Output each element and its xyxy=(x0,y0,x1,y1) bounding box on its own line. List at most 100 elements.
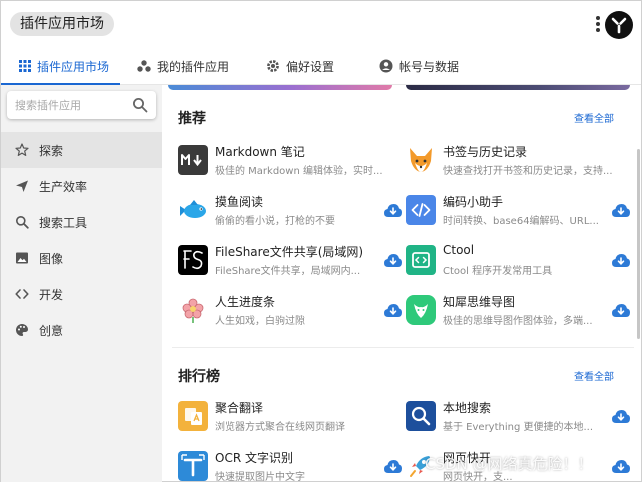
app-card-ctool[interactable]: Ctool Ctool 程序开发常用工具 xyxy=(406,241,636,281)
section-divider xyxy=(172,347,634,348)
cloud-download-icon[interactable] xyxy=(611,408,631,424)
markdown-icon xyxy=(178,145,208,175)
star-icon xyxy=(15,143,29,156)
app-description: Ctool 程序开发常用工具 xyxy=(443,266,553,277)
app-card-local-search[interactable]: 本地搜索 基于 Everything 更便捷的本地... xyxy=(406,397,636,437)
category-nav: 探索 生产效率 搜索工具 图像 开发 创意 xyxy=(1,132,162,348)
search-box xyxy=(7,91,156,119)
app-description: 时间转换、base64编解码、URL... xyxy=(443,216,599,227)
ocr-icon xyxy=(178,451,208,481)
sidebar-item-explore[interactable]: 探索 xyxy=(1,132,162,168)
translate-icon xyxy=(178,401,208,431)
account-icon xyxy=(379,59,393,73)
app-name: 摸鱼阅读 xyxy=(215,195,264,209)
code-brackets-icon xyxy=(406,195,436,225)
ctool-icon xyxy=(406,245,436,275)
tab-label: 我的插件应用 xyxy=(157,59,230,74)
sidebar: 探索 生产效率 搜索工具 图像 开发 创意 xyxy=(1,85,162,482)
recommend-title: 推荐 xyxy=(178,111,206,127)
app-name: Markdown 笔记 xyxy=(215,145,305,159)
cloud-download-icon[interactable] xyxy=(611,252,631,268)
tab-account-data[interactable]: 帐号与数据 xyxy=(379,47,459,85)
app-card-markdown[interactable]: Markdown 笔记 极佳的 Markdown 编辑体验，实时... xyxy=(178,141,408,181)
cloud-download-icon[interactable] xyxy=(383,202,403,218)
fish-icon xyxy=(178,195,208,225)
send-icon xyxy=(16,180,28,192)
app-card-code-helper[interactable]: 编码小助手 时间转换、base64编解码、URL... xyxy=(406,191,636,231)
app-card-bookmarks[interactable]: 书签与历史记录 快速查找打开书签和历史记录，支持... xyxy=(406,141,636,181)
app-name: 书签与历史记录 xyxy=(443,145,528,159)
window-title: 插件应用市场 xyxy=(10,12,114,36)
app-card-ocr[interactable]: OCR 文字识别 快速提取图片中文字 xyxy=(178,447,408,482)
app-description: 快速提取图片中文字 xyxy=(215,472,305,482)
app-name: 人生进度条 xyxy=(215,295,276,309)
grid-icon xyxy=(19,60,31,72)
app-description: 极佳的思维导图作图体验，多端... xyxy=(443,316,593,327)
search-input[interactable] xyxy=(7,91,127,119)
sidebar-item-label: 探索 xyxy=(39,143,64,158)
app-description: 偷偷的看小说，打枪的不要 xyxy=(215,216,335,227)
app-description: 极佳的 Markdown 编辑体验，实时... xyxy=(215,166,383,177)
app-name: OCR 文字识别 xyxy=(215,451,293,465)
sidebar-item-label: 生产效率 xyxy=(39,179,88,194)
cloud-download-icon[interactable] xyxy=(383,458,403,474)
fox-icon xyxy=(406,145,436,175)
mindmap-icon xyxy=(406,295,436,325)
featured-banner[interactable] xyxy=(168,85,392,90)
tab-label: 帐号与数据 xyxy=(399,59,460,74)
app-name: Ctool xyxy=(443,243,475,257)
gear-icon xyxy=(267,60,279,72)
cloud-download-icon[interactable] xyxy=(383,302,403,318)
app-card-fileshare[interactable]: FileShare文件共享(局域网) FileShare文件共享，局域网内... xyxy=(178,241,408,281)
flower-icon xyxy=(178,295,208,325)
cloud-download-icon[interactable] xyxy=(611,202,631,218)
app-name: 编码小助手 xyxy=(443,195,504,209)
app-name: 知犀思维导图 xyxy=(443,295,516,309)
app-name: 聚合翻译 xyxy=(215,401,264,415)
scrollbar[interactable] xyxy=(637,149,640,339)
sidebar-item-label: 创意 xyxy=(39,323,64,338)
app-name: FileShare文件共享(局域网) xyxy=(215,245,364,259)
sidebar-item-label: 开发 xyxy=(39,287,64,302)
sidebar-item-creative[interactable]: 创意 xyxy=(1,312,162,348)
more-options-icon[interactable] xyxy=(594,15,602,35)
featured-banner[interactable] xyxy=(406,85,630,90)
app-card-life-progress[interactable]: 人生进度条 人生如戏，白驹过隙 xyxy=(178,291,408,331)
app-window: 插件应用市场 插件应用市场 我的插件应用 偏好设置 帐号与数据 搜索插件应用 探… xyxy=(0,0,642,482)
main-content: 推荐 查看全部 Markdown 笔记 极佳的 Markdown 编辑体验，实时… xyxy=(162,85,640,482)
cloud-download-icon[interactable] xyxy=(611,302,631,318)
sidebar-item-productivity[interactable]: 生产效率 xyxy=(1,168,162,204)
recommend-view-all-link[interactable]: 查看全部 xyxy=(574,110,614,125)
tab-plugin-market[interactable]: 插件应用市场 xyxy=(19,47,109,85)
tab-my-plugins[interactable]: 我的插件应用 xyxy=(137,47,229,85)
brand-logo-icon[interactable] xyxy=(605,11,633,39)
tab-label: 偏好设置 xyxy=(286,59,335,74)
app-description: FileShare文件共享，局域网内... xyxy=(215,266,361,277)
ranking-view-all-link[interactable]: 查看全部 xyxy=(574,368,614,383)
cloud-download-icon[interactable] xyxy=(611,458,631,474)
apps-dots-icon xyxy=(137,60,151,72)
cloud-download-icon[interactable] xyxy=(383,252,403,268)
code-icon xyxy=(15,289,29,299)
csdn-watermark: CSDN @网络真危险！！ xyxy=(425,455,593,473)
tab-preferences[interactable]: 偏好设置 xyxy=(266,47,334,85)
local-search-icon xyxy=(406,401,436,431)
main-tabs: 插件应用市场 我的插件应用 偏好设置 帐号与数据 xyxy=(1,47,641,85)
search-icon[interactable] xyxy=(132,97,148,113)
app-card-mindmap[interactable]: 知犀思维导图 极佳的思维导图作图体验，多端... xyxy=(406,291,636,331)
title-bar: 插件应用市场 xyxy=(1,1,641,47)
app-description: 基于 Everything 更便捷的本地... xyxy=(443,422,594,433)
app-description: 浏览器方式聚合在线网页翻译 xyxy=(215,422,345,433)
app-card-fish-reading[interactable]: 摸鱼阅读 偷偷的看小说，打枪的不要 xyxy=(178,191,408,231)
app-card-translate[interactable]: 聚合翻译 浏览器方式聚合在线网页翻译 xyxy=(178,397,408,437)
sidebar-item-image[interactable]: 图像 xyxy=(1,240,162,276)
sidebar-item-develop[interactable]: 开发 xyxy=(1,276,162,312)
ranking-title: 排行榜 xyxy=(178,369,220,385)
palette-icon xyxy=(16,324,28,336)
search-icon xyxy=(16,216,29,229)
sidebar-item-search-tools[interactable]: 搜索工具 xyxy=(1,204,162,240)
app-name: 本地搜索 xyxy=(443,401,492,415)
fs-logo-icon xyxy=(178,245,208,275)
sidebar-item-label: 图像 xyxy=(39,251,64,266)
app-description: 快速查找打开书签和历史记录，支持... xyxy=(443,166,613,177)
